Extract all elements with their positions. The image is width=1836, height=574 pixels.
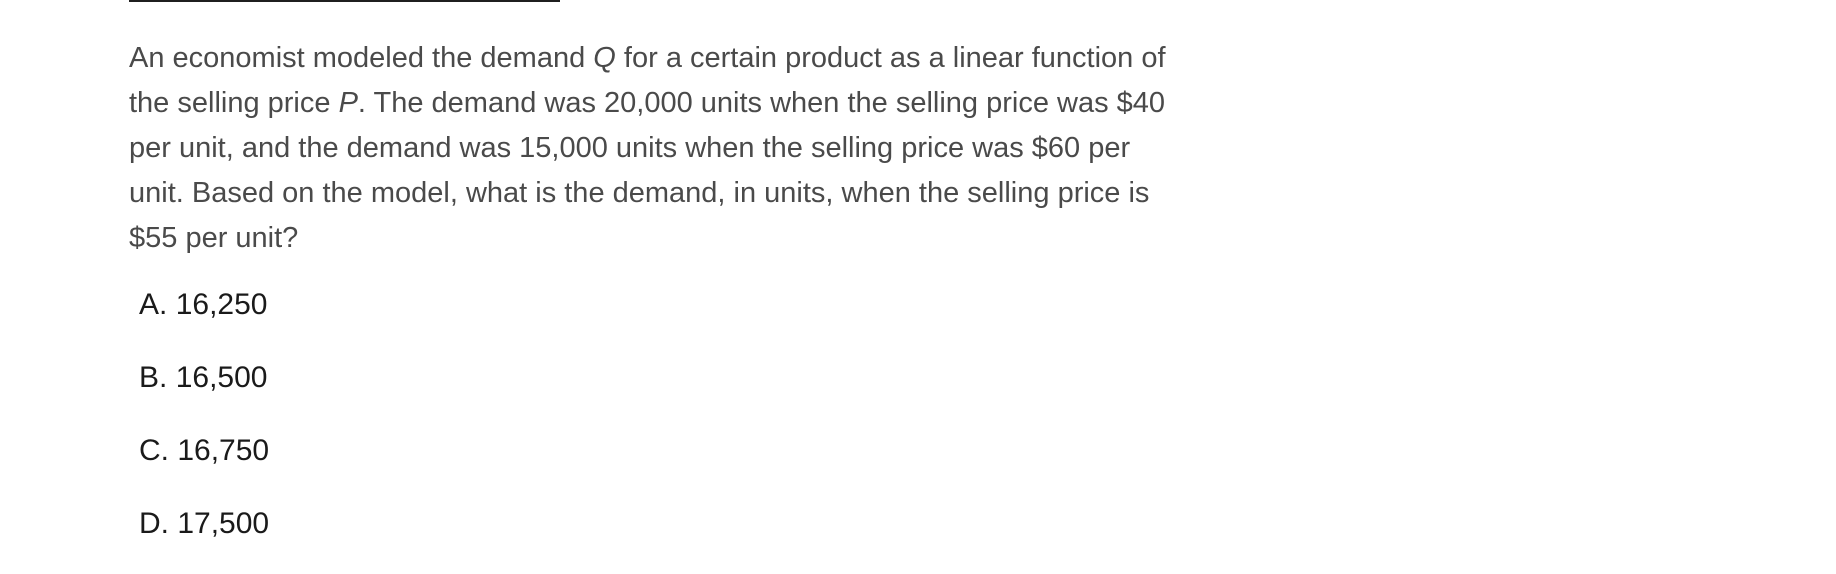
variable-p: P: [338, 87, 358, 119]
question-text-part1: An economist modeled the demand: [129, 42, 594, 74]
choice-value: 16,500: [175, 361, 268, 394]
choice-c[interactable]: C. 16,750: [139, 428, 269, 501]
choice-d[interactable]: D. 17,500: [139, 501, 269, 574]
choice-letter: C.: [139, 434, 169, 467]
choice-a[interactable]: A. 16,250: [139, 282, 269, 355]
choice-letter: A.: [139, 288, 168, 321]
choice-value: 17,500: [177, 507, 270, 540]
variable-q: Q: [593, 42, 616, 74]
choice-value: 16,250: [175, 288, 268, 321]
choice-letter: D.: [139, 507, 169, 540]
choice-b[interactable]: B. 16,500: [139, 355, 269, 428]
choice-letter: B.: [139, 361, 168, 394]
answer-choices: A. 16,250 B. 16,500 C. 16,750 D. 17,500: [139, 282, 269, 574]
question-text: An economist modeled the demand Q for a …: [129, 36, 1189, 261]
top-divider: [129, 0, 560, 2]
choice-value: 16,750: [177, 434, 270, 467]
